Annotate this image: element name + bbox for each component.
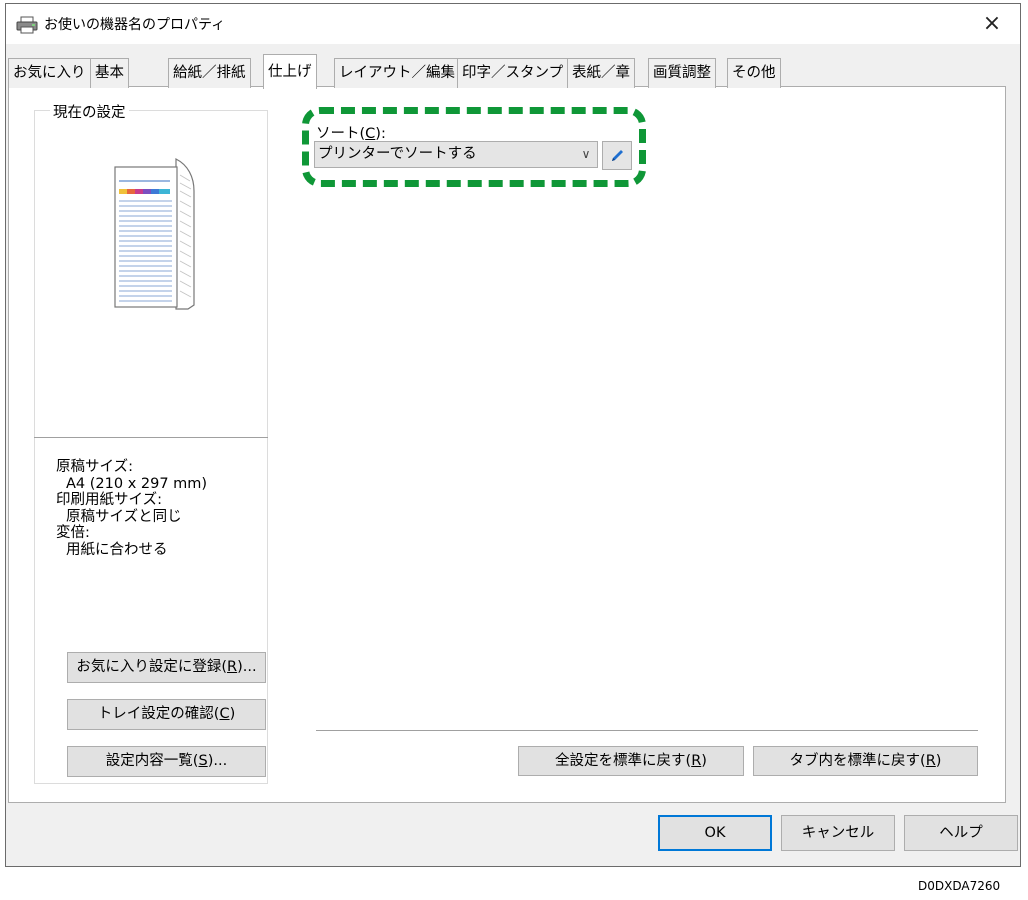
current-settings-summary: 原稿サイズ: A4 (210 x 297 mm) 印刷用紙サイズ: 原稿サイズと… [56,459,207,558]
original-size-label: 原稿サイズ: [56,459,133,475]
scale-label: 変倍: [56,525,90,541]
reset-tab-button[interactable]: タブ内を標準に戻す(R) [753,746,978,776]
window-title: お使いの機器名のプロパティ [44,17,226,33]
bottom-separator [316,730,978,731]
close-button[interactable]: × [974,10,1010,38]
settings-separator [34,437,268,438]
paper-size-label: 印刷用紙サイズ: [56,492,162,508]
document-code: D0DXDA7260 [918,879,1001,893]
cancel-button[interactable]: キャンセル [781,815,895,851]
printer-icon [16,16,38,34]
tab-cover-chapter[interactable]: 表紙／章 [567,58,635,88]
tray-settings-check-button[interactable]: トレイ設定の確認(C) [67,699,266,730]
help-button[interactable]: ヘルプ [904,815,1018,851]
current-settings-label: 現在の設定 [50,101,129,122]
tab-paper-feed-output[interactable]: 給紙／排紙 [168,58,251,88]
tab-strip: お気に入り 基本 給紙／排紙 仕上げ レイアウト／編集 印字／スタンプ 表紙／章… [8,54,1008,89]
tab-image-quality[interactable]: 画質調整 [648,58,716,88]
tab-favorites[interactable]: お気に入り [8,58,91,88]
original-size-value: A4 (210 x 297 mm) [66,475,208,492]
tab-finishing[interactable]: 仕上げ [263,54,317,89]
tab-layout-edit[interactable]: レイアウト／編集 [334,58,460,88]
paper-size-value: 原稿サイズと同じ [66,508,182,525]
register-favorite-button[interactable]: お気に入り設定に登録(R)... [67,652,266,683]
document-preview-icon [110,155,200,313]
reset-all-button[interactable]: 全設定を標準に戻す(R) [518,746,744,776]
tab-print-stamp[interactable]: 印字／スタンプ [457,58,569,88]
ok-button[interactable]: OK [658,815,772,851]
title-bar: お使いの機器名のプロパティ × [6,4,1020,44]
tab-other[interactable]: その他 [727,58,781,88]
tab-basic[interactable]: 基本 [90,58,129,88]
scale-value: 用紙に合わせる [66,541,168,558]
settings-list-button[interactable]: 設定内容一覧(S)... [67,746,266,777]
highlight-frame [302,107,646,187]
